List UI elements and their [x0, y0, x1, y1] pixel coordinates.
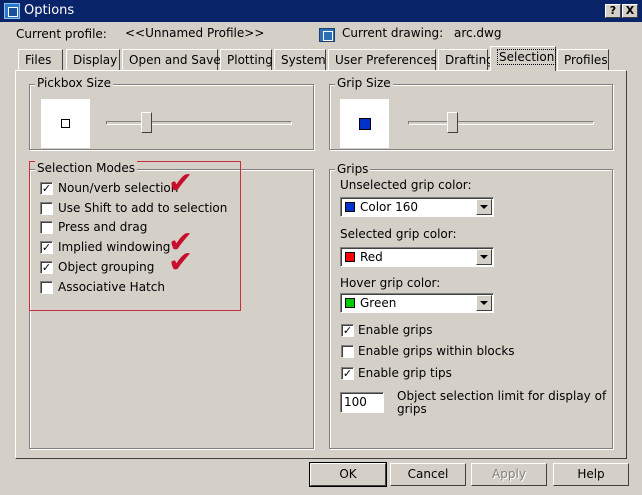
chevron-down-icon[interactable]: [476, 199, 492, 215]
selection-mode-label: Associative Hatch: [58, 279, 165, 294]
tab-system[interactable]: System: [274, 49, 326, 70]
selected-grip-color-dropdown[interactable]: Red: [340, 247, 494, 267]
enable-grip-tips-label: Enable grip tips: [358, 366, 452, 380]
apply-button[interactable]: Apply: [471, 463, 547, 486]
selection-mode-label: Object grouping: [58, 259, 155, 274]
current-profile-value: <<Unnamed Profile>>: [125, 26, 265, 40]
ok-button[interactable]: OK: [309, 462, 387, 487]
enable-grips-checkbox[interactable]: ✓: [341, 324, 354, 337]
dropdown-value: Green: [360, 296, 397, 310]
title-bar: Options ? X: [0, 0, 642, 22]
color-swatch: [345, 252, 355, 262]
selection-mode-checkbox[interactable]: [40, 280, 53, 294]
tab-label: Files: [25, 53, 52, 67]
selection-mode-checkbox[interactable]: ✓: [40, 182, 53, 195]
selection-mode-label: Use Shift to add to selection: [58, 200, 228, 215]
selection-mode-label: Press and drag: [58, 220, 148, 235]
tab-drafting[interactable]: Drafting: [438, 49, 494, 70]
tab-label: Selection: [497, 49, 557, 65]
tab-open-and-save[interactable]: Open and Save: [122, 49, 221, 70]
unselected-grip-color-label: Unselected grip color:: [340, 178, 472, 192]
pickbox-slider-thumb[interactable]: [141, 112, 152, 133]
drawing-icon: [319, 28, 335, 42]
tab-user-preferences[interactable]: User Preferences: [328, 49, 437, 70]
selection-limit-input[interactable]: 100: [340, 392, 384, 413]
tab-label: User Preferences: [335, 53, 437, 67]
dropdown-value: Red: [360, 250, 383, 264]
grip-size-slider-thumb[interactable]: [446, 112, 458, 133]
current-profile-label: Current profile:: [16, 27, 107, 41]
selection-mode-label: Noun/verb selection: [58, 181, 179, 195]
enable-grips-within-blocks-label: Enable grips within blocks: [358, 344, 515, 358]
pickbox-preview: [41, 99, 90, 148]
selection-mode-checkbox[interactable]: [40, 201, 53, 215]
grip-size-legend: Grip Size: [335, 76, 393, 90]
unselected-grip-color-dropdown[interactable]: Color 160: [340, 197, 494, 217]
color-swatch: [345, 298, 355, 308]
tab-label: Profiles: [564, 53, 608, 67]
chevron-down-icon[interactable]: [476, 249, 492, 265]
enable-grips-within-blocks-checkbox[interactable]: [341, 345, 354, 358]
tab-label: Plotting: [227, 53, 273, 67]
tab-label: Display: [73, 53, 118, 67]
selection-mode-checkbox[interactable]: ✓: [40, 260, 53, 274]
dropdown-value: Color 160: [360, 200, 419, 214]
tab-display[interactable]: Display: [66, 49, 120, 70]
cancel-button[interactable]: Cancel: [390, 463, 466, 486]
selected-grip-color-label: Selected grip color:: [340, 227, 457, 241]
grip-size-slider-track[interactable]: [408, 121, 594, 125]
selection-mode-checkbox[interactable]: [40, 221, 53, 235]
selection-modes-legend: Selection Modes: [35, 161, 138, 175]
help-button[interactable]: Help: [553, 463, 629, 486]
enable-grips-label: Enable grips: [358, 323, 433, 337]
grip-size-preview: [340, 99, 389, 148]
annotation-check-mark: ✔: [168, 244, 194, 280]
color-swatch: [345, 202, 355, 212]
chevron-down-icon[interactable]: [476, 295, 492, 311]
help-icon[interactable]: ?: [605, 4, 621, 18]
selection-mode-label: Implied windowing: [58, 240, 171, 255]
selection-mode-checkbox[interactable]: ✓: [40, 241, 53, 255]
tab-label: Drafting: [445, 53, 494, 67]
enable-grip-tips-checkbox[interactable]: ✓: [341, 367, 354, 380]
current-drawing-label: Current drawing:: [342, 26, 444, 40]
close-icon[interactable]: X: [622, 4, 638, 18]
grips-legend: Grips: [335, 162, 371, 176]
pickbox-size-legend: Pickbox Size: [35, 76, 113, 90]
annotation-check-mark: ✔: [168, 166, 194, 201]
hover-grip-color-label: Hover grip color:: [340, 276, 441, 290]
tab-files[interactable]: Files: [18, 49, 63, 70]
app-icon: [4, 3, 20, 19]
window-title: Options: [24, 3, 75, 18]
current-drawing-value: arc.dwg: [454, 26, 502, 40]
selection-limit-label: Object selection limit for display of gr…: [397, 389, 607, 416]
hover-grip-color-dropdown[interactable]: Green: [340, 293, 494, 313]
pickbox-slider-track[interactable]: [106, 121, 292, 125]
tab-plotting[interactable]: Plotting: [220, 49, 273, 70]
tab-profiles[interactable]: Profiles: [557, 49, 609, 70]
tab-label: Open and Save: [129, 53, 221, 67]
tab-selection[interactable]: Selection: [490, 46, 557, 71]
tab-label: System: [281, 53, 326, 67]
